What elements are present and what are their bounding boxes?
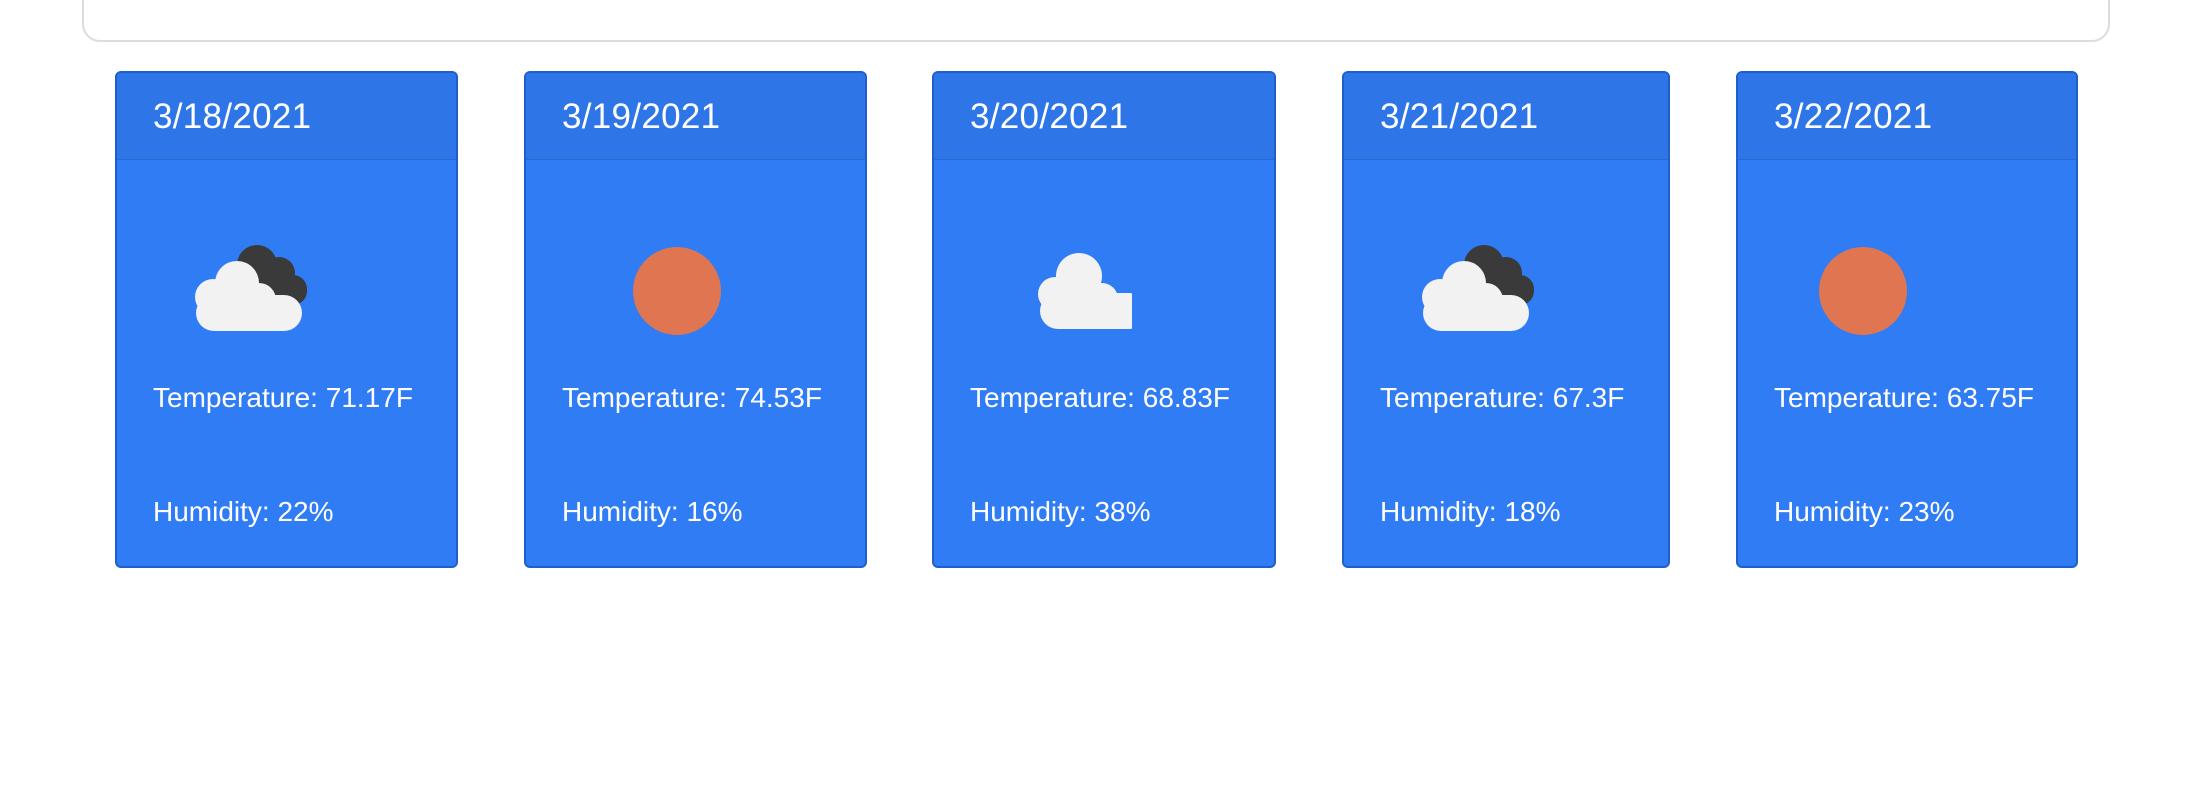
cloud-icon — [992, 235, 1147, 335]
temperature-text: Temperature: 71.17F — [153, 382, 413, 413]
humidity-text: Humidity: 18% — [1380, 496, 1561, 527]
humidity-text: Humidity: 23% — [1774, 496, 1955, 527]
forecast-card-body: Temperature: 68.83F Humidity: 38% — [934, 160, 1274, 566]
sun-icon — [582, 235, 722, 335]
forecast-card-header: 3/18/2021 — [117, 73, 456, 160]
forecast-card: 3/21/2021 Temperature: 67.3F Humidity: 1… — [1342, 71, 1670, 568]
humidity-text: Humidity: 22% — [153, 496, 334, 527]
forecast-card-header: 3/21/2021 — [1344, 73, 1668, 160]
forecast-card-body: Temperature: 63.75F Humidity: 23% — [1738, 160, 2076, 566]
temperature-text: Temperature: 68.83F — [970, 382, 1230, 413]
forecast-card-body: Temperature: 71.17F Humidity: 22% — [117, 160, 456, 566]
forecast-card: 3/22/2021 Temperature: 63.75F Humidity: … — [1736, 71, 2078, 568]
humidity-text: Humidity: 38% — [970, 496, 1151, 527]
forecast-date: 3/19/2021 — [562, 96, 721, 136]
forecast-card-body: Temperature: 67.3F Humidity: 18% — [1344, 160, 1668, 566]
forecast-card: 3/18/2021 Temperature: 71.17F Humidity: … — [115, 71, 458, 568]
forecast-date: 3/21/2021 — [1380, 96, 1539, 136]
temperature-text: Temperature: 74.53F — [562, 382, 822, 413]
forecast-card-header: 3/20/2021 — [934, 73, 1274, 160]
forecast-date: 3/20/2021 — [970, 96, 1129, 136]
five-day-forecast: 3/18/2021 Temperature: 71.17F Humidity: … — [0, 0, 2198, 794]
forecast-card-header: 3/19/2021 — [526, 73, 865, 160]
forecast-card-body: Temperature: 74.53F Humidity: 16% — [526, 160, 865, 566]
forecast-card-header: 3/22/2021 — [1738, 73, 2076, 160]
partly-cloudy-icon — [1402, 235, 1542, 335]
forecast-card: 3/19/2021 Temperature: 74.53F Humidity: … — [524, 71, 867, 568]
humidity-text: Humidity: 16% — [562, 496, 743, 527]
forecast-date: 3/22/2021 — [1774, 96, 1933, 136]
forecast-date: 3/18/2021 — [153, 96, 312, 136]
temperature-text: Temperature: 63.75F — [1774, 382, 2034, 413]
sun-icon — [1794, 235, 1934, 335]
temperature-text: Temperature: 67.3F — [1380, 382, 1625, 413]
partly-cloudy-icon — [175, 235, 315, 335]
forecast-card: 3/20/2021 Temperature: 68.83F Humidity: … — [932, 71, 1276, 568]
